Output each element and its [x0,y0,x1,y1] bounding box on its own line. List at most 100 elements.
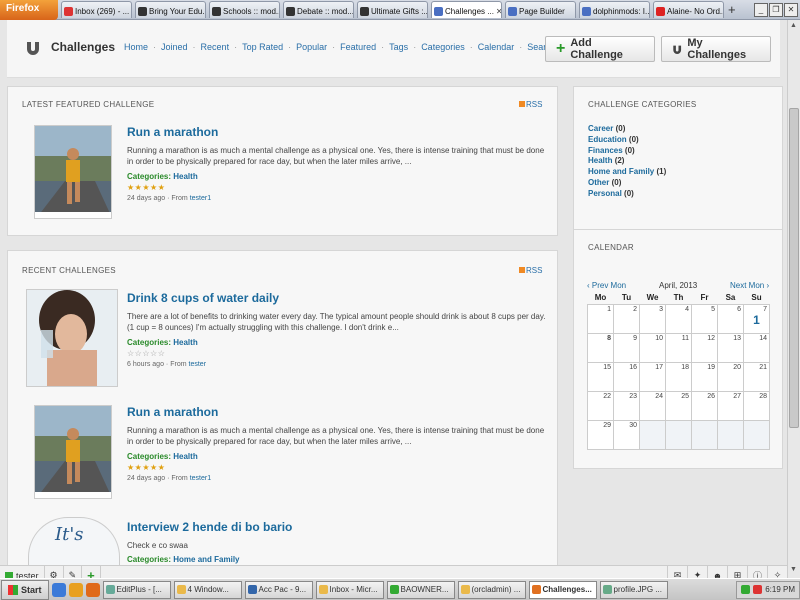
rss-link[interactable]: RSS [519,100,542,109]
chrome-icon[interactable] [68,582,83,597]
taskbar-button[interactable]: Inbox - Micr... [315,580,384,599]
calendar-day[interactable]: 12 [691,332,718,363]
challenge-title[interactable]: Run a marathon [127,405,218,419]
calendar-day[interactable]: 4 [665,303,692,334]
firefox-menu-button[interactable]: Firefox [0,0,58,20]
calendar-day[interactable]: 25 [665,390,692,421]
taskbar-button[interactable]: Acc Pac - 9... [244,580,313,599]
calendar-day[interactable]: 19 [691,361,718,392]
browser-tab[interactable]: Page Builder [505,1,576,18]
calendar-day[interactable]: 2 [613,303,640,334]
calendar-prev-link[interactable]: ‹ Prev Mon [587,281,626,290]
calendar-day[interactable]: 8 [587,332,614,363]
calendar-day[interactable]: 71 [743,303,770,334]
calendar-day[interactable]: 29 [587,419,614,450]
category-item[interactable]: Finances (0) [588,146,666,157]
tray-icon[interactable] [753,585,763,594]
browser-tab[interactable]: Debate :: mod... [283,1,354,18]
category-link[interactable]: Home and Family [173,555,239,564]
category-link[interactable]: Health [173,338,197,347]
category-item[interactable]: Home and Family (1) [588,167,666,178]
category-link[interactable]: Health [173,452,197,461]
calendar-day[interactable]: 9 [613,332,640,363]
calendar-day[interactable]: 24 [639,390,666,421]
info-icon[interactable]: ⓘ [747,565,767,578]
calendar-day[interactable]: 30 [613,419,640,450]
scroll-up-icon[interactable]: ▲ [790,22,797,29]
gear-icon[interactable]: ⚙ [45,565,64,578]
author-link[interactable]: tester [189,361,207,368]
category-item[interactable]: Personal (0) [588,189,666,200]
category-item[interactable]: Career (0) [588,124,666,135]
nav-link-home[interactable]: Home [124,42,148,52]
challenge-thumbnail[interactable] [34,405,112,499]
taskbar-button[interactable]: (orcladmin) ... [457,580,526,599]
nav-link-top-rated[interactable]: Top Rated [242,42,283,52]
taskbar-button[interactable]: Challenges... [528,580,597,599]
calendar-day[interactable]: 3 [639,303,666,334]
user-menu[interactable]: tester [0,565,45,578]
calendar-day[interactable]: 26 [691,390,718,421]
tray-icon[interactable] [741,585,751,594]
close-icon[interactable]: ✕ [784,2,798,17]
tab-close-icon[interactable]: ✕ [496,7,501,16]
taskbar-button[interactable]: profile.JPG ... [599,580,668,599]
browser-tab[interactable]: Challenges ... ✕ [431,1,502,18]
firefox-icon[interactable] [85,582,100,597]
browser-tab[interactable]: Alaine- No Ord... [653,1,724,18]
taskbar-button[interactable]: 4 Window... [173,580,242,599]
calendar-day[interactable]: 11 [665,332,692,363]
challenge-title[interactable]: Drink 8 cups of water daily [127,291,279,305]
vertical-scrollbar[interactable]: ▲ ▼ [787,20,800,578]
browser-tab[interactable]: Bring Your Edu... [135,1,206,18]
category-item[interactable]: Health (2) [588,156,666,167]
category-item[interactable]: Other (0) [588,178,666,189]
category-item[interactable]: Education (0) [588,135,666,146]
minimize-icon[interactable]: _ [754,2,768,17]
calendar-day[interactable]: 5 [691,303,718,334]
calendar-day[interactable]: 14 [743,332,770,363]
taskbar-button[interactable]: EditPlus - [... [102,580,171,599]
calendar-day[interactable]: 17 [639,361,666,392]
new-tab-button[interactable]: + [728,2,736,17]
calendar-day[interactable]: 13 [717,332,744,363]
add-challenge-button[interactable]: + Add Challenge [545,36,655,62]
my-challenges-button[interactable]: My Challenges [661,36,771,62]
restore-icon[interactable]: ❐ [769,2,783,17]
calendar-day[interactable]: 16 [613,361,640,392]
add-icon[interactable]: + [82,565,101,578]
calendar-day[interactable]: 15 [587,361,614,392]
calendar-day[interactable]: 23 [613,390,640,421]
challenge-thumbnail[interactable] [34,125,112,219]
calendar-day[interactable]: 27 [717,390,744,421]
calendar-day[interactable]: 1 [587,303,614,334]
category-link[interactable]: Health [173,172,197,181]
browser-tab[interactable]: Inbox (269) - ... [61,1,132,18]
browser-tab[interactable]: dolphinmods: I... [579,1,650,18]
nav-link-tags[interactable]: Tags [389,42,408,52]
challenge-title[interactable]: Interview 2 hende di bo bario [127,520,292,534]
calendar-next-link[interactable]: Next Mon › [730,281,769,290]
calendar-day[interactable]: 6 [717,303,744,334]
calendar-day[interactable]: 18 [665,361,692,392]
browser-tab[interactable]: Ultimate Gifts :... [357,1,428,18]
calendar-day[interactable]: 10 [639,332,666,363]
edit-icon[interactable]: ✎ [64,565,83,578]
calendar-day[interactable]: 22 [587,390,614,421]
challenge-thumbnail[interactable] [26,289,118,387]
calendar-day[interactable]: 21 [743,361,770,392]
nav-link-joined[interactable]: Joined [161,42,188,52]
taskbar-button[interactable]: BAOWNER... [386,580,455,599]
cart-icon[interactable]: ⊞ [727,565,747,578]
scrollbar-thumb[interactable] [789,108,799,428]
start-button[interactable]: Start [1,579,49,600]
friends-icon[interactable]: ☻ [707,565,727,578]
nav-link-categories[interactable]: Categories [421,42,465,52]
calendar-day[interactable]: 28 [743,390,770,421]
nav-link-featured[interactable]: Featured [340,42,376,52]
author-link[interactable]: tester1 [190,475,211,482]
wrench-icon[interactable]: ✧ [767,565,787,578]
rss-link[interactable]: RSS [519,266,542,275]
ie-icon[interactable] [51,582,66,597]
challenge-title[interactable]: Run a marathon [127,125,218,139]
